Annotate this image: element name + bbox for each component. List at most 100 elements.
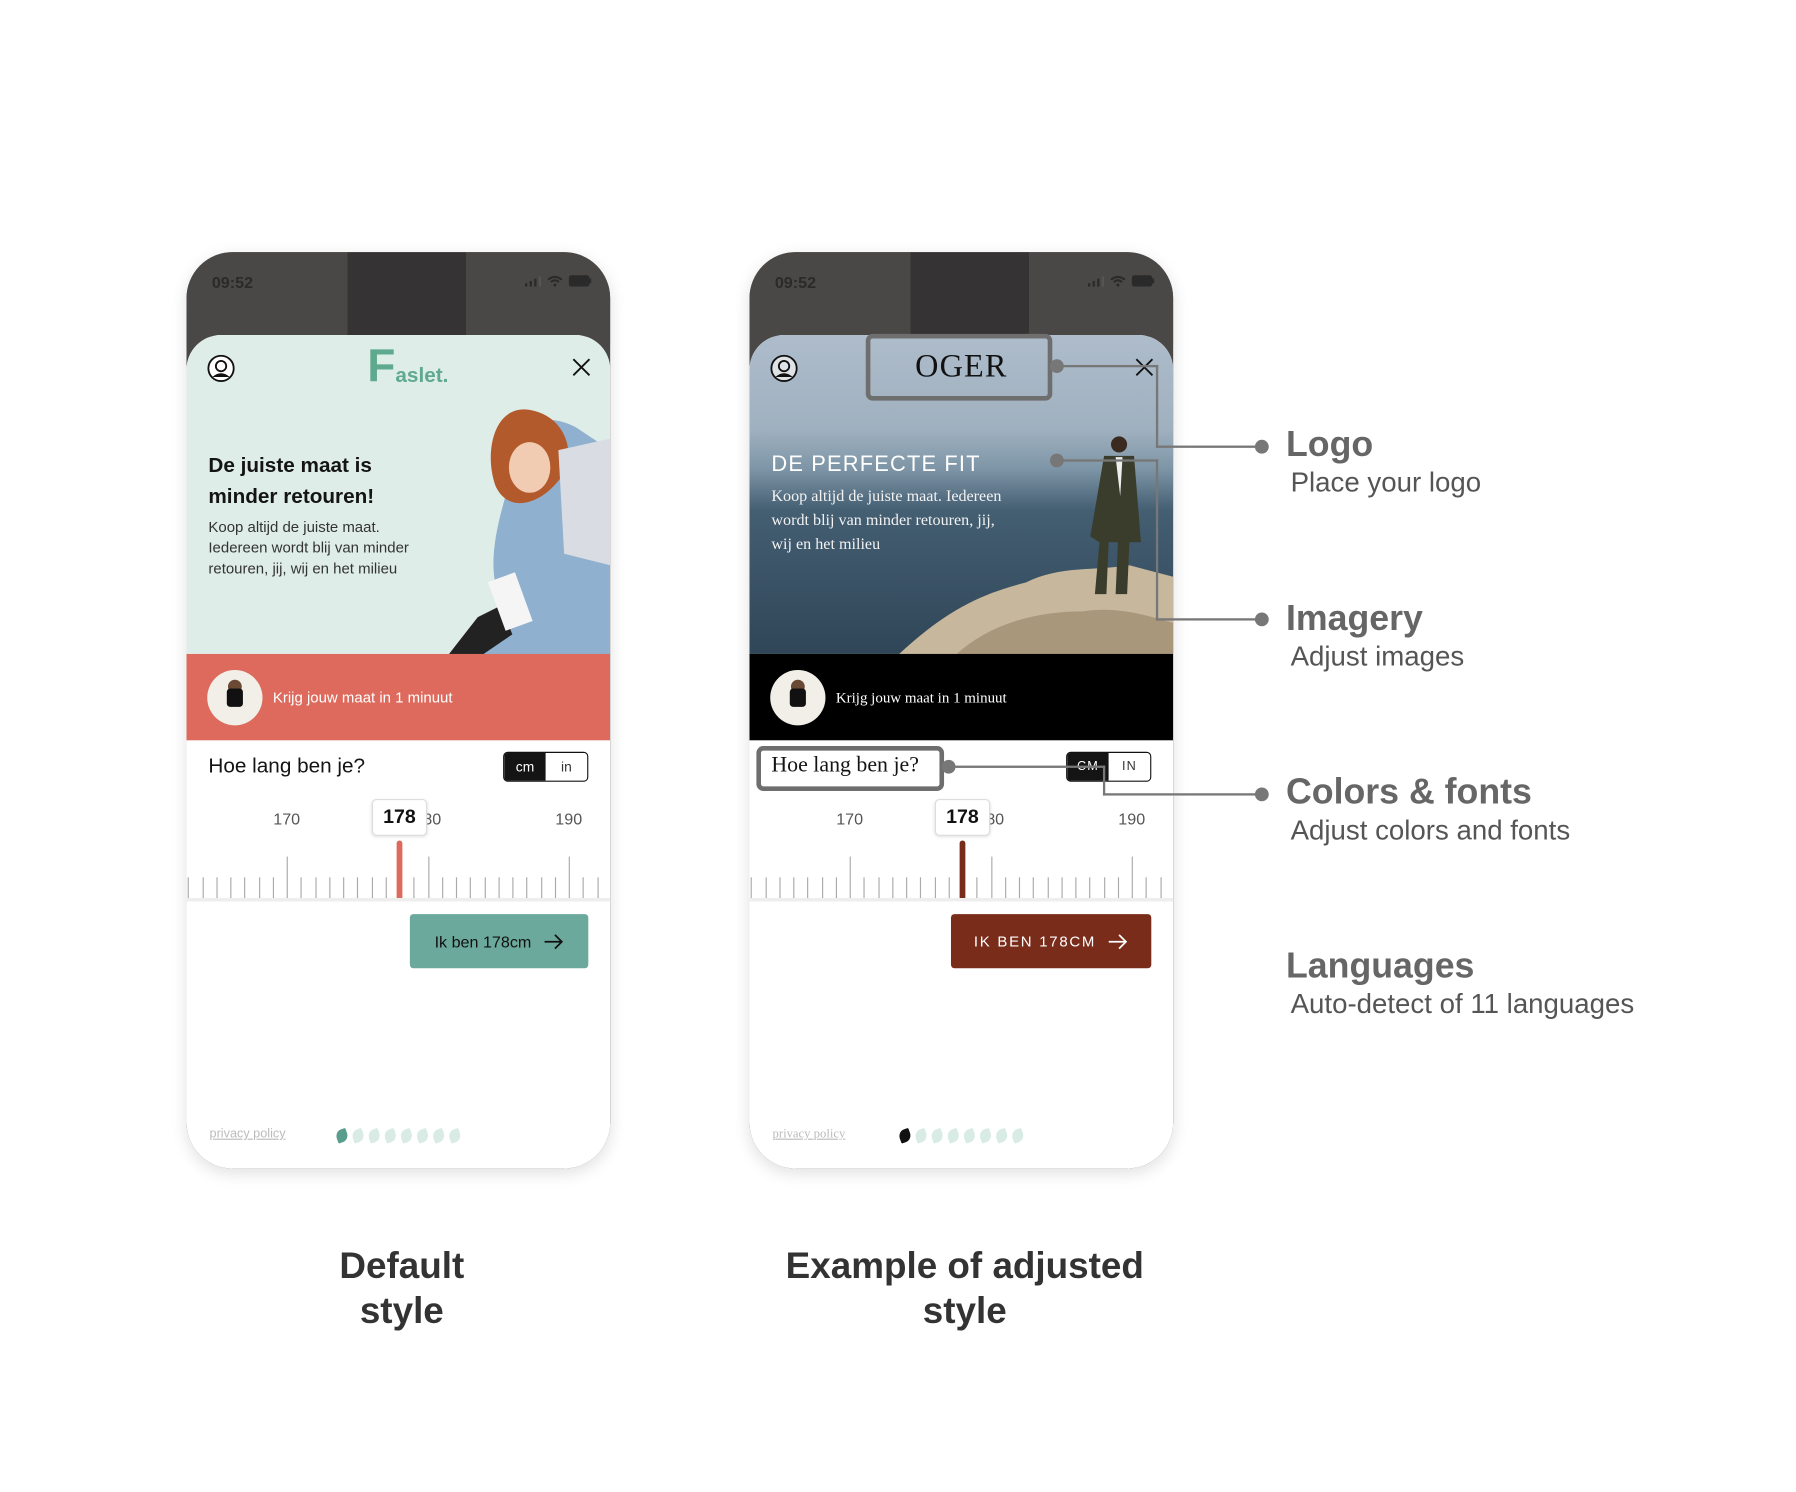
progress-dot-icon (447, 1127, 463, 1144)
ruler-tick (286, 856, 288, 899)
product-thumbnail (770, 669, 826, 725)
progress-dot-icon (1010, 1127, 1026, 1144)
logo-initial: F (367, 340, 396, 392)
ruler-tick (470, 877, 472, 899)
progress-dot-icon (382, 1127, 398, 1144)
progress-dots (334, 1127, 463, 1144)
ruler-tick (849, 856, 851, 899)
confirm-height-button[interactable]: IK BEN 178CM (950, 914, 1152, 969)
ruler-tick (455, 877, 458, 899)
progress-dot-icon (977, 1127, 994, 1144)
wifi-icon (1110, 275, 1126, 287)
ruler-tick (216, 877, 218, 899)
status-time: 09:52 (774, 272, 817, 292)
connector-line (1155, 445, 1262, 448)
connector-line (948, 765, 1106, 768)
caption-line: Default (339, 1244, 465, 1287)
ruler-tick (1075, 877, 1077, 899)
phone-default-style: 09:52 Faslet. De juiste maat is minder r… (186, 252, 611, 1169)
unit-cm-option[interactable]: cm (504, 752, 546, 781)
caption-line: Example of adjusted (785, 1244, 1144, 1287)
connector-line (1155, 364, 1159, 448)
ruler-tick (750, 877, 753, 899)
battery-icon (568, 275, 592, 287)
ruler-tick (1061, 877, 1063, 899)
ruler-indicator[interactable] (396, 840, 403, 899)
ruler-tick (821, 877, 823, 899)
ruler-tick (230, 877, 232, 899)
ruler-label: 190 (1118, 809, 1146, 828)
ruler-tick (1159, 877, 1162, 899)
confirm-height-button[interactable]: Ik ben 178cm (409, 914, 589, 969)
unit-in-option[interactable]: in (545, 752, 588, 781)
hero-model-image (449, 409, 611, 654)
progress-dot-icon (929, 1127, 945, 1144)
logo-text: aslet. (395, 363, 449, 387)
signal-icon (524, 275, 542, 287)
progress-dot-icon (913, 1127, 929, 1144)
ruler-tick (1103, 877, 1105, 899)
font-highlight (756, 746, 945, 791)
annotation-subtitle-languages: Auto-detect of 11 languages (1290, 988, 1635, 1021)
ruler-tick (328, 877, 331, 899)
connector-line (1155, 459, 1159, 621)
progress-dot-icon (897, 1127, 913, 1144)
ruler-tick (1145, 877, 1147, 899)
ruler-tick (877, 877, 880, 899)
progress-dot-icon (961, 1127, 977, 1144)
ruler-tick (793, 877, 795, 899)
caption-line: style (359, 1289, 444, 1331)
hero-title: De juiste maat is minder retouren! (208, 453, 375, 508)
hero-title: DE PERFECTE FIT (771, 452, 981, 477)
ruler-tick (484, 877, 486, 899)
ruler-baseline (749, 898, 1174, 902)
privacy-policy-link[interactable]: privacy policy (773, 1127, 846, 1141)
ruler-tick (498, 877, 500, 899)
annotation-subtitle-imagery: Adjust images (1290, 641, 1465, 673)
ruler-tick (596, 877, 599, 899)
ruler-tick (1004, 877, 1006, 899)
ruler-tick (526, 877, 528, 899)
caption-adjusted-style: Example of adjusted style (735, 1243, 1196, 1333)
ruler-tick (202, 877, 204, 899)
ruler-indicator[interactable] (959, 840, 966, 899)
height-question: Hoe lang ben je? (208, 754, 366, 778)
ruler-tick (371, 877, 373, 899)
faslet-logo: Faslet. (367, 340, 449, 392)
ruler-tick (948, 877, 950, 899)
status-bar: 09:52 (749, 252, 1174, 345)
confirm-height-label: IK BEN 178CM (973, 932, 1097, 950)
promo-band: Krijg jouw maat in 1 minuut (186, 653, 611, 741)
ruler-tick (441, 877, 443, 899)
ruler-tick (554, 877, 556, 899)
progress-dot-icon (350, 1127, 366, 1144)
progress-dot-icon (366, 1127, 382, 1144)
connector-line (1056, 459, 1159, 462)
connector-line (1102, 793, 1262, 796)
wifi-icon (547, 275, 563, 287)
ruler-tick (906, 877, 908, 899)
ruler-tick (582, 877, 584, 899)
connector-dot (1254, 612, 1269, 627)
connector-dot (1254, 439, 1269, 454)
unit-in-option[interactable]: IN (1108, 752, 1151, 781)
height-ruler-slider[interactable]: 170 180 190 178 (749, 790, 1174, 905)
close-icon[interactable] (571, 357, 592, 378)
height-ruler-slider[interactable]: 170 180 190 178 (186, 790, 611, 905)
ruler-tick (187, 877, 190, 899)
profile-icon[interactable] (207, 354, 235, 383)
status-icons (1087, 275, 1155, 287)
ruler-label: 190 (555, 809, 583, 828)
promo-band: Krijg jouw maat in 1 minuut (749, 653, 1174, 741)
privacy-policy-link[interactable]: privacy policy (210, 1127, 286, 1141)
annotation-title-logo: Logo (1286, 423, 1374, 464)
ruler-tick (343, 877, 345, 899)
ruler-tick (272, 877, 274, 899)
confirm-height-label: Ik ben 178cm (434, 931, 532, 951)
progress-dot-icon (398, 1127, 414, 1144)
ruler-tick (807, 877, 809, 899)
progress-dot-icon (431, 1127, 447, 1144)
ruler-tick (244, 877, 246, 899)
ruler-tick (934, 877, 936, 899)
unit-toggle: cm in (503, 751, 589, 782)
